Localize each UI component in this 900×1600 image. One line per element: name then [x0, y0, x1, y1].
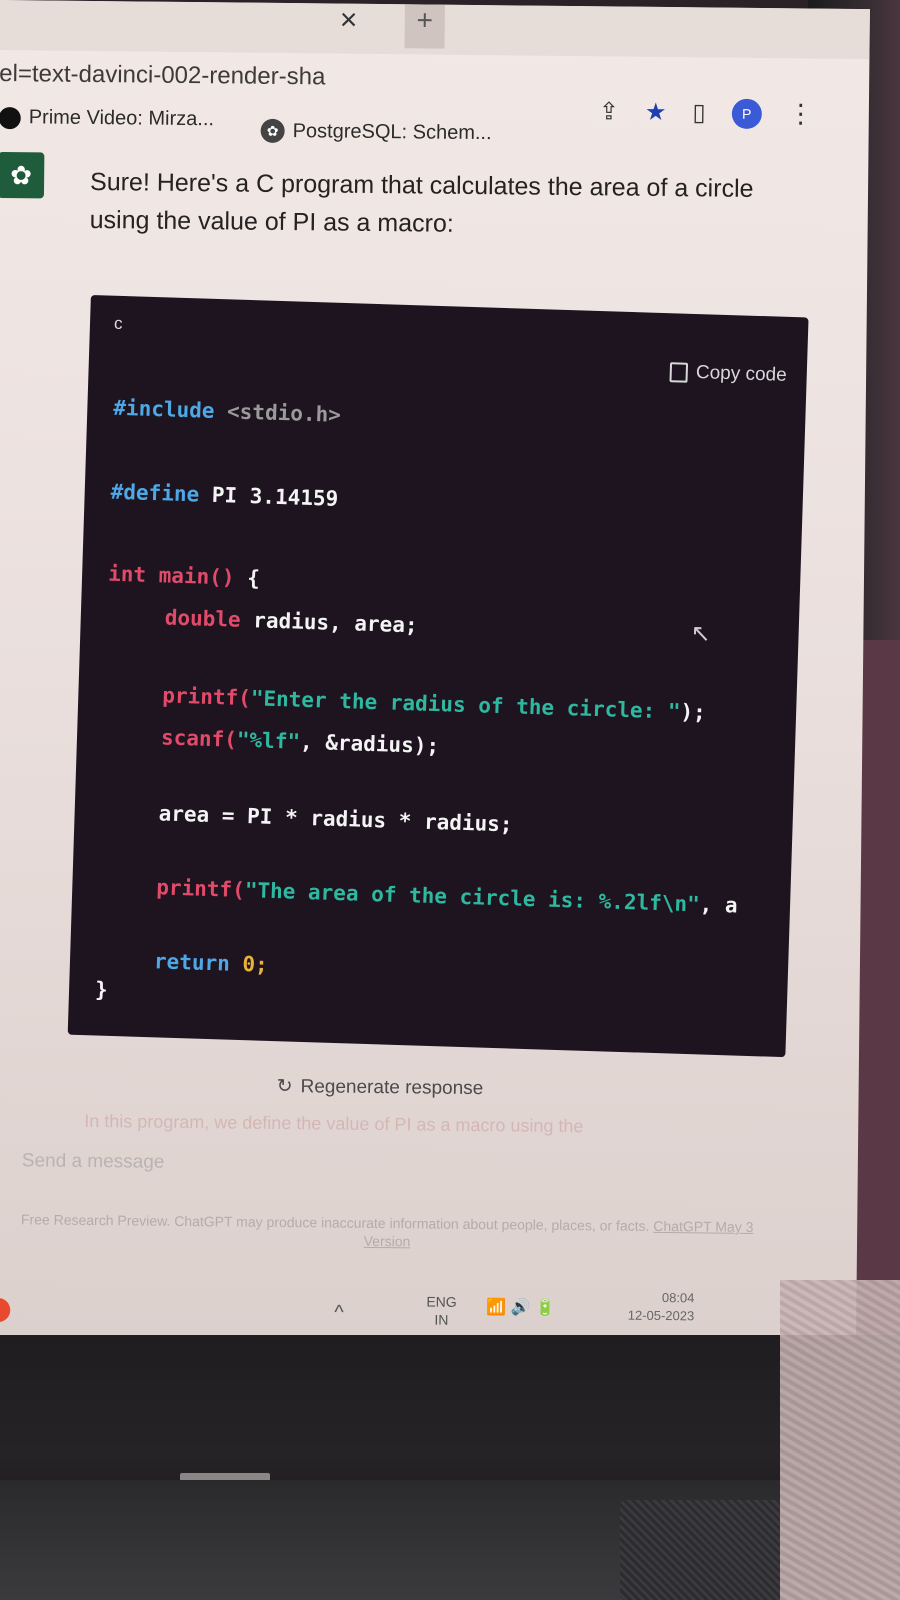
code-line: return 0;	[153, 949, 269, 977]
new-tab-button[interactable]: +	[404, 4, 445, 49]
refresh-icon: ↻	[276, 1075, 293, 1098]
copy-code-label: Copy code	[695, 362, 788, 386]
code-line: printf("The area of the circle is: %.2lf…	[155, 875, 739, 918]
message-input[interactable]: Send a message	[22, 1150, 165, 1173]
browser-app-icon[interactable]	[0, 1297, 11, 1323]
code-line: }	[94, 977, 109, 1002]
bookmark-prime-video[interactable]: Prime Video: Mirza...	[0, 106, 214, 131]
footer-text: Free Research Preview. ChatGPT may produ…	[20, 1211, 650, 1234]
chevron-up-icon[interactable]: ^	[334, 1302, 344, 1325]
footer-disclaimer: Free Research Preview. ChatGPT may produ…	[7, 1210, 767, 1254]
code-line: scanf("%lf", &radius);	[160, 725, 440, 759]
bookmarks-bar: Prime Video: Mirza... ✿ PostgreSQL: Sche…	[0, 100, 869, 149]
chatgpt-icon: ✿	[260, 118, 285, 143]
laptop-screen: × + el=text-davinci-002-render-sha ⇪ ★ ▯…	[0, 0, 870, 1355]
url-text[interactable]: el=text-davinci-002-render-sha	[0, 60, 326, 91]
regenerate-label: Regenerate response	[300, 1075, 484, 1099]
bookmark-label: Prime Video: Mirza...	[28, 106, 215, 131]
clipboard-icon	[669, 362, 689, 383]
faded-message-continuation: In this program, we define the value of …	[84, 1110, 584, 1137]
code-line: int main() {	[107, 561, 261, 591]
code-block: c Copy code #include <stdio.h> #define P…	[67, 294, 809, 1058]
prime-video-icon	[0, 106, 21, 129]
bookmark-postgresql[interactable]: ✿ PostgreSQL: Schem...	[260, 118, 492, 145]
bookmark-label: PostgreSQL: Schem...	[292, 119, 492, 144]
assistant-message-text: Sure! Here's a C program that calculates…	[89, 167, 754, 238]
copy-code-button[interactable]: Copy code	[669, 361, 788, 387]
chatgpt-avatar-icon: ✿	[0, 151, 45, 199]
language-indicator[interactable]: ENG IN	[426, 1293, 457, 1329]
regenerate-response-button[interactable]: ↻ Regenerate response	[277, 1075, 484, 1100]
system-tray-icons[interactable]: 📶 🔊 🔋	[486, 1297, 555, 1318]
code-line: printf("Enter the radius of the circle: …	[161, 683, 707, 725]
background-cloth	[780, 1280, 900, 1600]
clock[interactable]: 08:04 12-05-2023	[594, 1288, 695, 1325]
code-line: double radius, area;	[164, 605, 418, 638]
code-line: #define PI 3.14159	[110, 479, 339, 511]
close-tab-icon[interactable]: ×	[340, 4, 358, 38]
code-line: #include <stdio.h>	[113, 395, 342, 427]
code-line: area = PI * radius * radius;	[158, 801, 513, 837]
mouse-pointer-icon: ↖	[690, 619, 712, 648]
code-language-label: c	[113, 313, 123, 333]
browser-tab-strip: × +	[0, 0, 870, 60]
